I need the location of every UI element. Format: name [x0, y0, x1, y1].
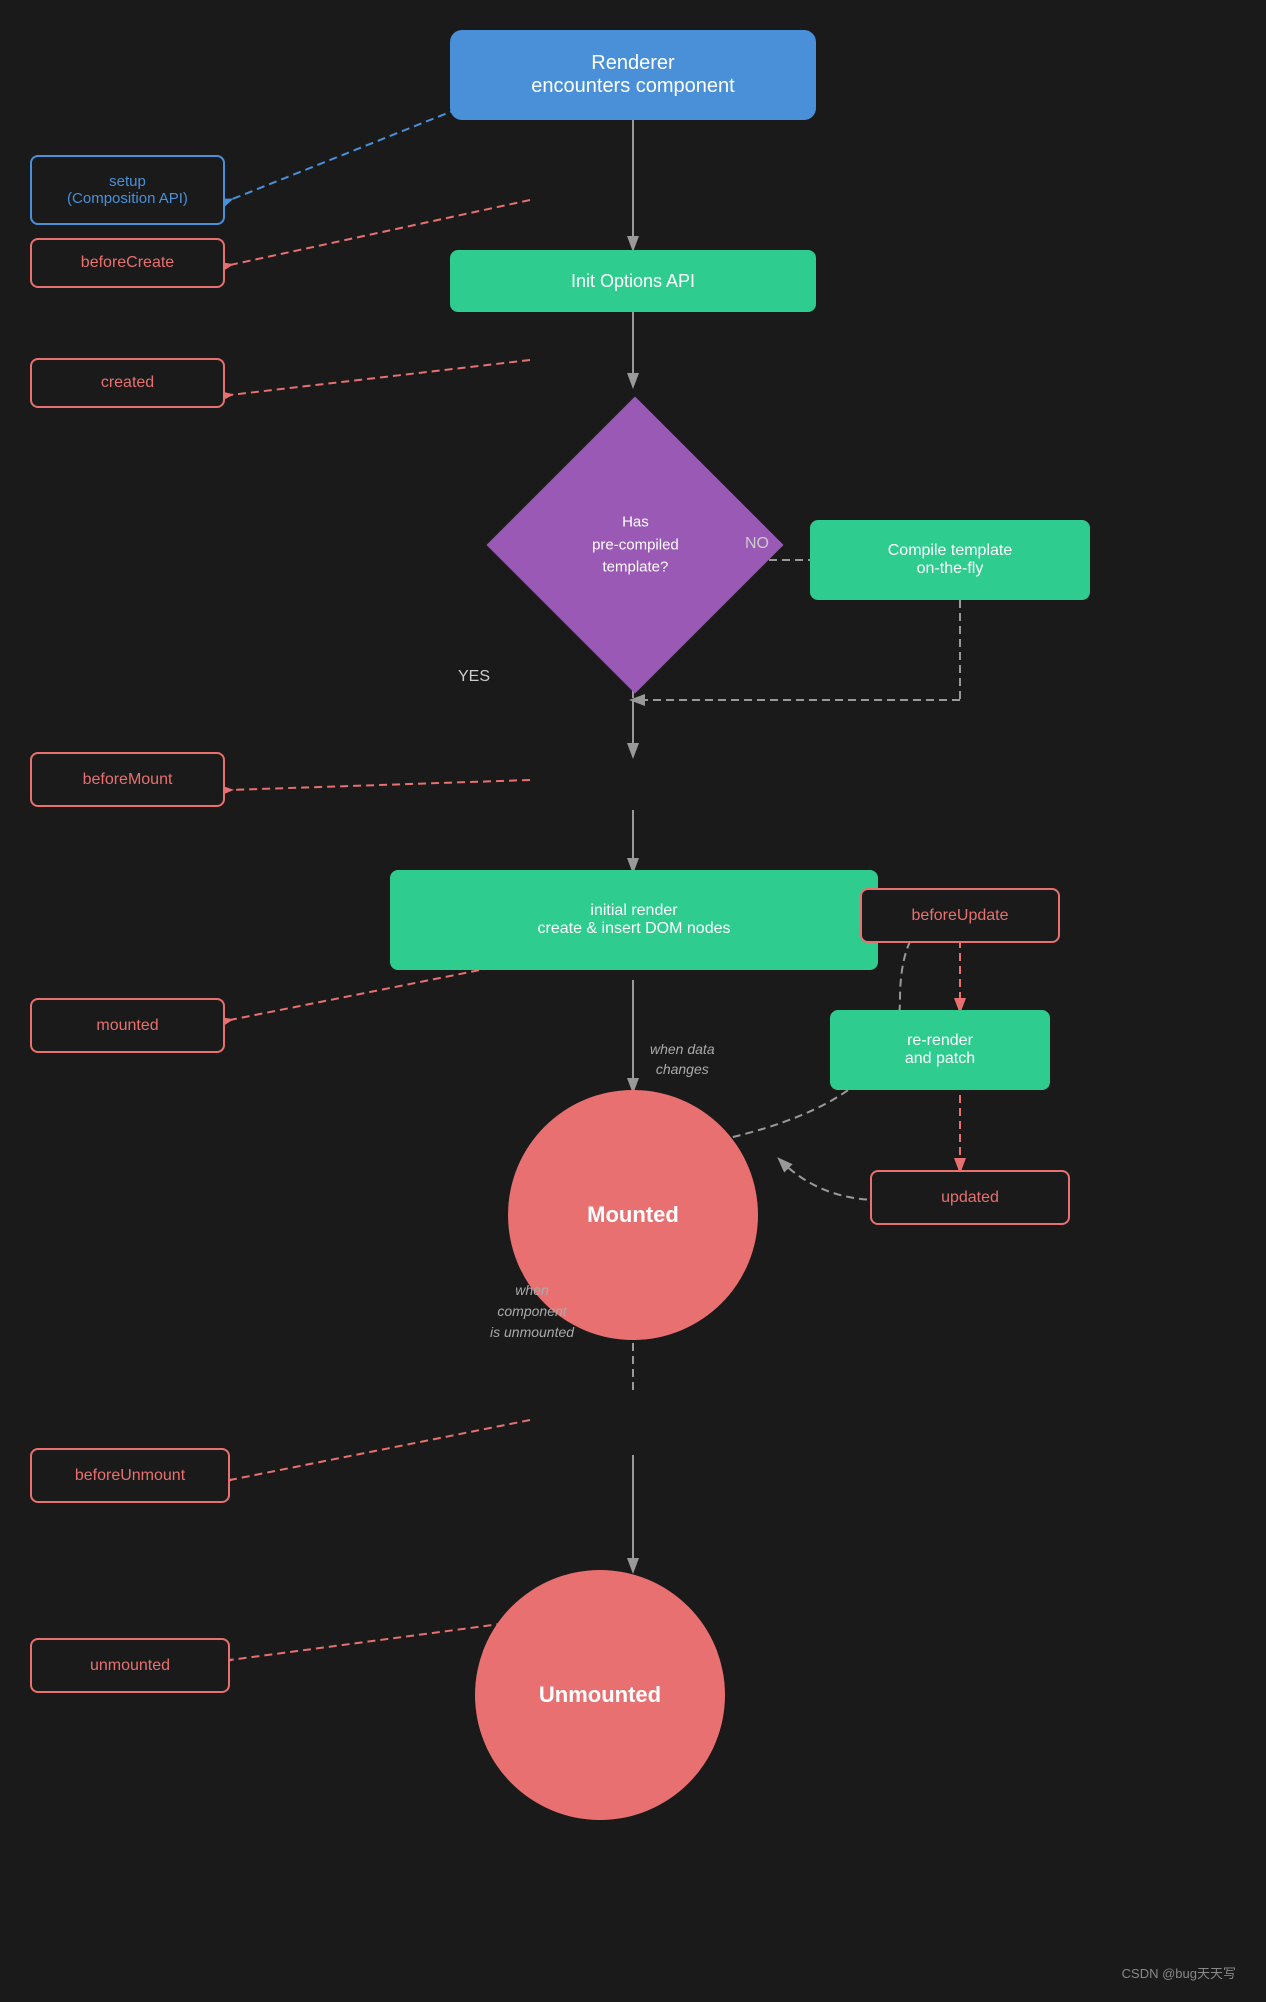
init-options-node: Init Options API — [450, 250, 816, 312]
yes-label: YES — [458, 668, 490, 686]
mounted-label-node: mounted — [30, 998, 225, 1053]
initial-render-node: initial rendercreate & insert DOM nodes — [390, 870, 878, 970]
when-data-changes-label: when datachanges — [650, 1040, 715, 1079]
unmounted-circle-node: Unmounted — [475, 1570, 725, 1820]
before-update-node: beforeUpdate — [860, 888, 1060, 943]
before-unmount-node: beforeUnmount — [30, 1448, 230, 1503]
unmounted-label-node: unmounted — [30, 1638, 230, 1693]
before-mount-node: beforeMount — [30, 752, 225, 807]
re-render-node: re-renderand patch — [830, 1010, 1050, 1090]
compile-template-node: Compile templateon-the-fly — [810, 520, 1090, 600]
created-node: created — [30, 358, 225, 408]
before-create-node: beforeCreate — [30, 238, 225, 288]
watermark: CSDN @bug天天写 — [1122, 1963, 1236, 1982]
updated-node: updated — [870, 1170, 1070, 1225]
has-template-node: Haspre-compiledtemplate? — [487, 397, 784, 694]
no-label: NO — [745, 535, 769, 553]
diagram-container: Rendererencounters component setup(Compo… — [0, 0, 1266, 2002]
setup-node: setup(Composition API) — [30, 155, 225, 225]
when-unmounted-label: whencomponentis unmounted — [490, 1280, 574, 1343]
renderer-node: Rendererencounters component — [450, 30, 816, 120]
